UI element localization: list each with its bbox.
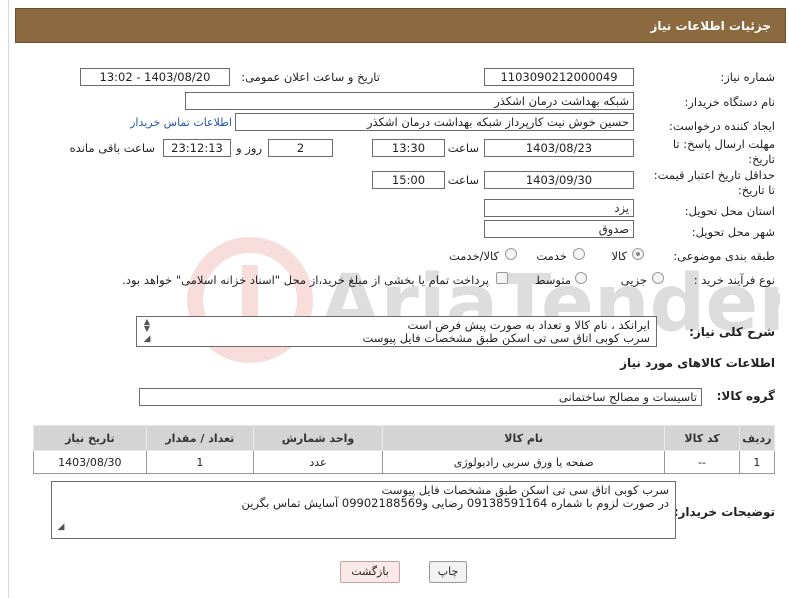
category-goods-radio[interactable] (632, 248, 644, 260)
category-service-radio[interactable] (573, 248, 585, 260)
requester-label: ایجاد کننده درخواست: (669, 119, 775, 133)
requester-field: حسین خوش نیت کارپرداز شبکه بهداشت درمان … (235, 113, 634, 131)
col-header-date: تاریخ نیاز (33, 425, 147, 451)
general-desc-label: شرح کلی نیاز: (689, 325, 775, 339)
process-minor-radio[interactable] (652, 272, 664, 284)
remaining-days-field: 2 (268, 139, 333, 157)
category-label: طبقه بندی موضوعی: (673, 249, 775, 263)
need-number-label: شماره نیاز: (720, 70, 775, 84)
page-title: جزئیات اطلاعات نیاز (650, 19, 771, 33)
price-validity-time-field: 15:00 (372, 171, 445, 189)
cell-name: صفحه یا ورق سربی رادیولوژی (382, 450, 666, 474)
cell-qty: 1 (145, 450, 254, 474)
reply-deadline-date-field: 1403/08/23 (484, 139, 634, 157)
buyer-org-label: نام دستگاه خریدار: (684, 95, 775, 109)
announce-datetime-field: 1403/08/20 - 13:02 (80, 68, 230, 86)
treasury-payment-checkbox[interactable] (496, 272, 508, 284)
category-goods-service-label: کالا/خدمت (448, 249, 499, 263)
province-label: استان محل تحویل: (684, 204, 775, 218)
process-medium-radio[interactable] (575, 272, 587, 284)
price-validity-label: حداقل تاریخ اعتبار قیمت: تا تاریخ: (653, 168, 775, 197)
process-medium-label: متوسط (534, 273, 571, 287)
items-table: ردیف کد کالا نام کالا واحد شمارش تعداد /… (33, 425, 776, 474)
reply-deadline-time-label: ساعت (447, 141, 479, 155)
col-header-row: ردیف (738, 425, 776, 451)
col-header-code: کد کالا (664, 425, 740, 451)
cell-row: 1 (738, 450, 776, 474)
price-validity-time-label: ساعت (447, 173, 479, 187)
back-button[interactable]: بازگشت (340, 561, 400, 583)
buyer-org-field: شبکه بهداشت درمان اشکذر (185, 92, 634, 110)
treasury-payment-note: پرداخت تمام یا بخشی از مبلغ خرید،از محل … (122, 273, 489, 287)
city-label: شهر محل تحویل: (691, 225, 775, 239)
general-desc-line-2: سرب کوبی اتاق سی تی اسکن طبق مشخصات فایل… (362, 331, 650, 345)
item-group-label: گروه کالا: (716, 389, 775, 403)
buyer-notes-textarea[interactable]: سرب کوبی اتاق سی تی اسکن طبق مشخصات فایل… (51, 481, 676, 539)
items-section-title: اطلاعات کالاهای مورد نیاز (620, 356, 775, 370)
province-field: یزد (484, 199, 634, 217)
days-label: روز و (236, 141, 262, 155)
city-field: صدوق (484, 220, 634, 238)
buyer-notes-line-2: در صورت لزوم با شماره 09138591164 رضایی … (241, 496, 670, 510)
reply-deadline-time-field: 13:30 (372, 139, 445, 157)
general-desc-textarea[interactable]: ایرانکد ، نام کالا و تعداد به صورت پیش ف… (136, 316, 657, 347)
buyer-contact-link[interactable]: اطلاعات تماس خریدار (130, 116, 232, 129)
remaining-time-label: ساعت باقی مانده (69, 141, 155, 155)
notes-resize-icon[interactable]: ◢ (54, 523, 68, 538)
category-goods-label: کالا (611, 249, 627, 263)
col-header-qty: تعداد / مقدار (145, 425, 254, 451)
col-header-unit: واحد شمارش (252, 425, 384, 451)
process-minor-label: جزیی (620, 273, 647, 287)
need-number-field: 1103090212000049 (484, 68, 634, 86)
col-header-name: نام کالا (382, 425, 666, 451)
table-row: 1 -- صفحه یا ورق سربی رادیولوژی عدد 1 14… (33, 450, 776, 474)
category-goods-service-radio[interactable] (505, 248, 517, 260)
category-service-label: خدمت (536, 249, 567, 263)
cell-unit: عدد (252, 450, 384, 474)
remaining-time-field: 23:12:13 (163, 139, 231, 157)
reply-deadline-label: مهلت ارسال پاسخ: تا تاریخ: (672, 137, 775, 166)
textarea-scroll-icon[interactable]: ▲ ▼ (140, 318, 154, 333)
cell-date: 1403/08/30 (33, 450, 147, 474)
process-label: نوع فرآیند خرید : (693, 273, 775, 287)
item-group-field: تاسیسات و مصالح ساختمانی (139, 388, 702, 406)
announce-datetime-label: تاریخ و ساعت اعلان عمومی: (241, 70, 380, 84)
print-button[interactable]: چاپ (429, 561, 467, 583)
price-validity-date-field: 1403/09/30 (484, 171, 634, 189)
textarea-resize-icon[interactable]: ◢ (140, 335, 154, 350)
buyer-notes-label: توضیحات خریدار: (673, 505, 775, 519)
cell-code: -- (664, 450, 740, 474)
page-header: جزئیات اطلاعات نیاز (15, 8, 786, 43)
